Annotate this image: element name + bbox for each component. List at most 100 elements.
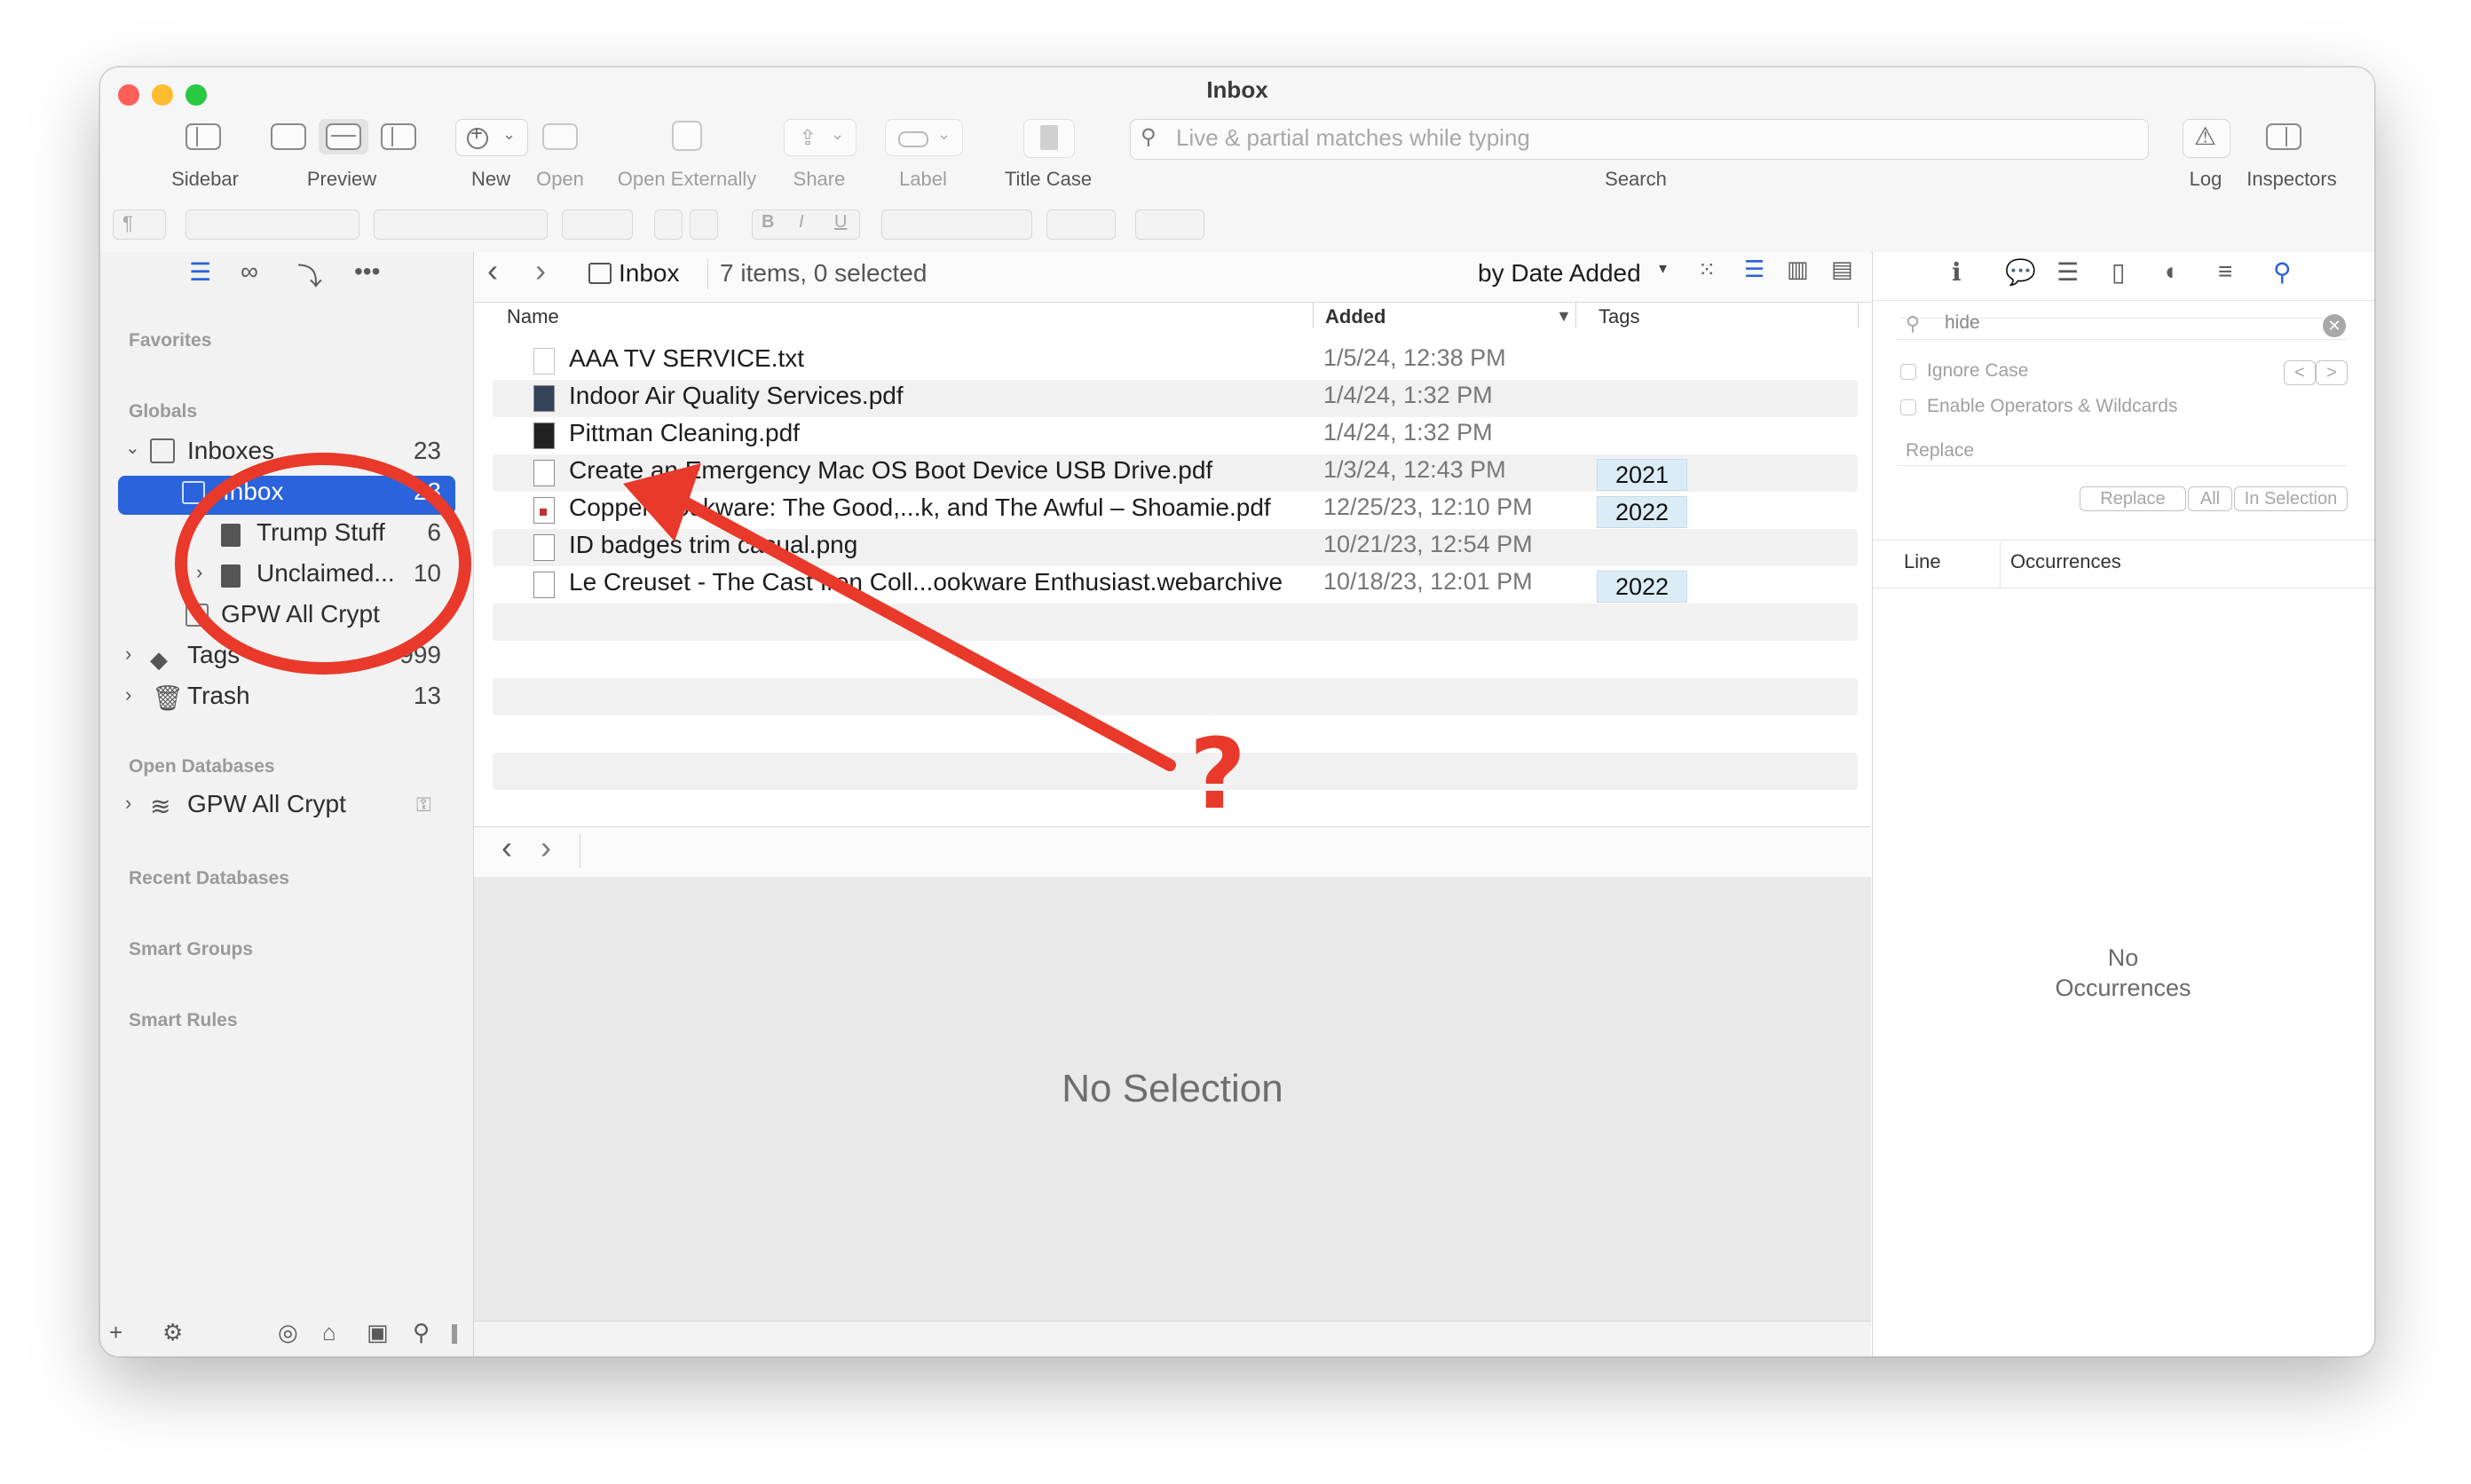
reading-glasses-icon[interactable]: ∞ (241, 257, 258, 286)
info-icon[interactable]: ℹ (1952, 257, 1962, 287)
column-header-added[interactable]: Added (1325, 305, 1385, 328)
chevron-right-icon[interactable]: › (125, 792, 131, 815)
clear-search-icon[interactable]: ✕ (2323, 314, 2346, 337)
file-name[interactable]: ID badges trim casual.png (569, 531, 857, 559)
new-button[interactable]: + ⌄ (455, 119, 528, 156)
italic-button[interactable]: I (799, 212, 804, 233)
back-icon[interactable]: ‹ (501, 829, 512, 866)
inspectors-icon[interactable] (2266, 123, 2301, 150)
bold-button[interactable]: B (762, 212, 774, 233)
alignment-segment[interactable] (881, 209, 1032, 240)
annotation-icon[interactable]: 💬 (2005, 257, 2036, 287)
ignore-case-checkbox[interactable] (1900, 364, 1916, 380)
font-size-popup[interactable] (562, 209, 633, 240)
find-previous-button[interactable]: < (2284, 360, 2316, 385)
warning-icon: ⚠ (2194, 122, 2217, 150)
file-date-added: 10/18/23, 12:01 PM (1323, 568, 1533, 595)
add-icon[interactable]: + (109, 1319, 122, 1346)
preview-side-icon[interactable] (381, 123, 416, 150)
gear-icon[interactable]: ⚙ (162, 1319, 183, 1346)
file-name[interactable]: Le Creuset - The Cast Iron Coll...ookwar… (569, 568, 1283, 596)
sidebar-item-trash[interactable]: Trash (187, 682, 250, 710)
sidebar-section-recent-databases: Recent Databases (129, 868, 289, 888)
list-style-popup[interactable] (1135, 209, 1204, 240)
sidebar-item-gpw-all-crypt-db[interactable]: GPW All Crypt (187, 790, 346, 818)
enable-operators-checkbox[interactable] (1900, 399, 1916, 415)
column-view-icon[interactable]: ▥ (1787, 256, 1809, 283)
chevron-right-icon[interactable]: › (125, 683, 131, 706)
find-icon[interactable]: ⚲ (2273, 257, 2292, 287)
preview-list-icon[interactable] (271, 123, 306, 150)
chevron-down-icon[interactable]: ⌄ (125, 437, 140, 459)
sidebar-toggle-icon[interactable] (186, 123, 221, 150)
cover-flow-icon[interactable]: ▤ (1831, 256, 1853, 283)
sidebar-item-gpw-all-crypt-inbox[interactable]: GPW All Crypt (221, 600, 380, 628)
sidebar-item-trump-stuff[interactable]: Trump Stuff (257, 518, 385, 547)
line-spacing-popup[interactable] (1046, 209, 1116, 240)
underline-button[interactable]: U (834, 212, 847, 233)
path-location[interactable]: Inbox (619, 259, 680, 288)
file-name[interactable]: Pittman Cleaning.pdf (569, 419, 800, 447)
replace-all-button[interactable]: All (2188, 486, 2232, 511)
sidebar-item-tags[interactable]: Tags (187, 641, 240, 669)
document-icon[interactable]: ▯ (2112, 257, 2125, 287)
column-header-line[interactable]: Line (1904, 550, 1941, 573)
pin-icon[interactable]: ⚲ (413, 1319, 430, 1346)
text-style-segment[interactable]: B I U (752, 209, 860, 240)
search-input[interactable]: Live & partial matches while typing (1176, 124, 1530, 152)
font-family-popup[interactable] (186, 209, 359, 240)
file-date-added: 1/4/24, 1:32 PM (1323, 382, 1493, 408)
column-header-name[interactable]: Name (507, 305, 559, 328)
paragraph-style-popup[interactable]: ¶ (113, 209, 166, 240)
sort-popup[interactable]: by Date Added (1478, 259, 1641, 288)
file-name[interactable]: Copper Cookware: The Good,...k, and The … (569, 493, 1271, 522)
outline-icon[interactable]: ☰ (2057, 257, 2079, 287)
open-icon[interactable] (542, 123, 578, 150)
background-color-well[interactable] (690, 209, 718, 240)
back-icon[interactable]: ‹ (487, 252, 498, 289)
log-button[interactable]: ⚠ (2183, 119, 2230, 158)
list-view-icon[interactable]: ☰ (189, 257, 211, 287)
share-button[interactable]: ⇪ ⌄ (784, 119, 857, 156)
see-also-icon[interactable]: ◐ (2165, 257, 2180, 286)
sidebar-item-inboxes[interactable]: Inboxes (187, 437, 274, 465)
font-style-popup[interactable] (374, 209, 548, 240)
find-input[interactable]: hide (1945, 312, 1980, 334)
tag-badge[interactable]: 2022 (1597, 496, 1687, 528)
forward-icon[interactable]: › (535, 252, 546, 289)
find-next-button[interactable]: > (2316, 360, 2348, 385)
column-header-occurrences[interactable]: Occurrences (2010, 550, 2121, 573)
tag-badge[interactable]: 2022 (1597, 571, 1687, 603)
new-label: New (470, 168, 510, 190)
tag-icon[interactable]: ⌂ (322, 1319, 336, 1346)
text-lines-icon[interactable]: ≡ (2218, 257, 2232, 286)
preview-split-icon[interactable] (326, 123, 361, 150)
replace-button[interactable]: Replace (2080, 486, 2186, 511)
column-header-tags[interactable]: Tags (1599, 305, 1639, 328)
text-color-well[interactable] (654, 209, 683, 240)
title-case-button[interactable] (1023, 119, 1075, 158)
title-case-label: Title Case (1004, 168, 1093, 190)
image-icon[interactable]: ▣ (367, 1319, 389, 1346)
label-button[interactable]: ⌄ (885, 119, 963, 156)
icon-view-icon[interactable]: ⁙ (1698, 257, 1716, 283)
more-actions-icon[interactable]: ••• (354, 257, 380, 286)
replace-input[interactable]: Replace (1906, 440, 1974, 462)
file-name[interactable]: Indoor Air Quality Services.pdf (569, 382, 904, 410)
file-name[interactable]: AAA TV SERVICE.txt (569, 344, 804, 373)
chevron-right-icon[interactable]: › (125, 643, 131, 666)
replace-in-selection-button[interactable]: In Selection (2234, 486, 2348, 511)
chevron-right-icon[interactable]: › (196, 561, 202, 584)
forward-icon[interactable]: › (541, 829, 551, 866)
sidebar-section-open-databases: Open Databases (129, 756, 275, 777)
target-icon[interactable]: ◎ (278, 1319, 298, 1346)
import-icon[interactable]: ⤵ (297, 257, 322, 293)
tag-badge[interactable]: 2021 (1597, 459, 1687, 491)
label-label: Label (899, 168, 947, 190)
sidebar-item-unclaimed[interactable]: Unclaimed... (257, 559, 395, 588)
resize-handle[interactable] (452, 1324, 457, 1344)
pdf-file-icon (533, 460, 555, 486)
list-view-mode-icon[interactable]: ☰ (1744, 256, 1764, 283)
open-externally-icon[interactable] (672, 121, 702, 151)
file-name[interactable]: Create an Emergency Mac OS Boot Device U… (569, 456, 1212, 485)
